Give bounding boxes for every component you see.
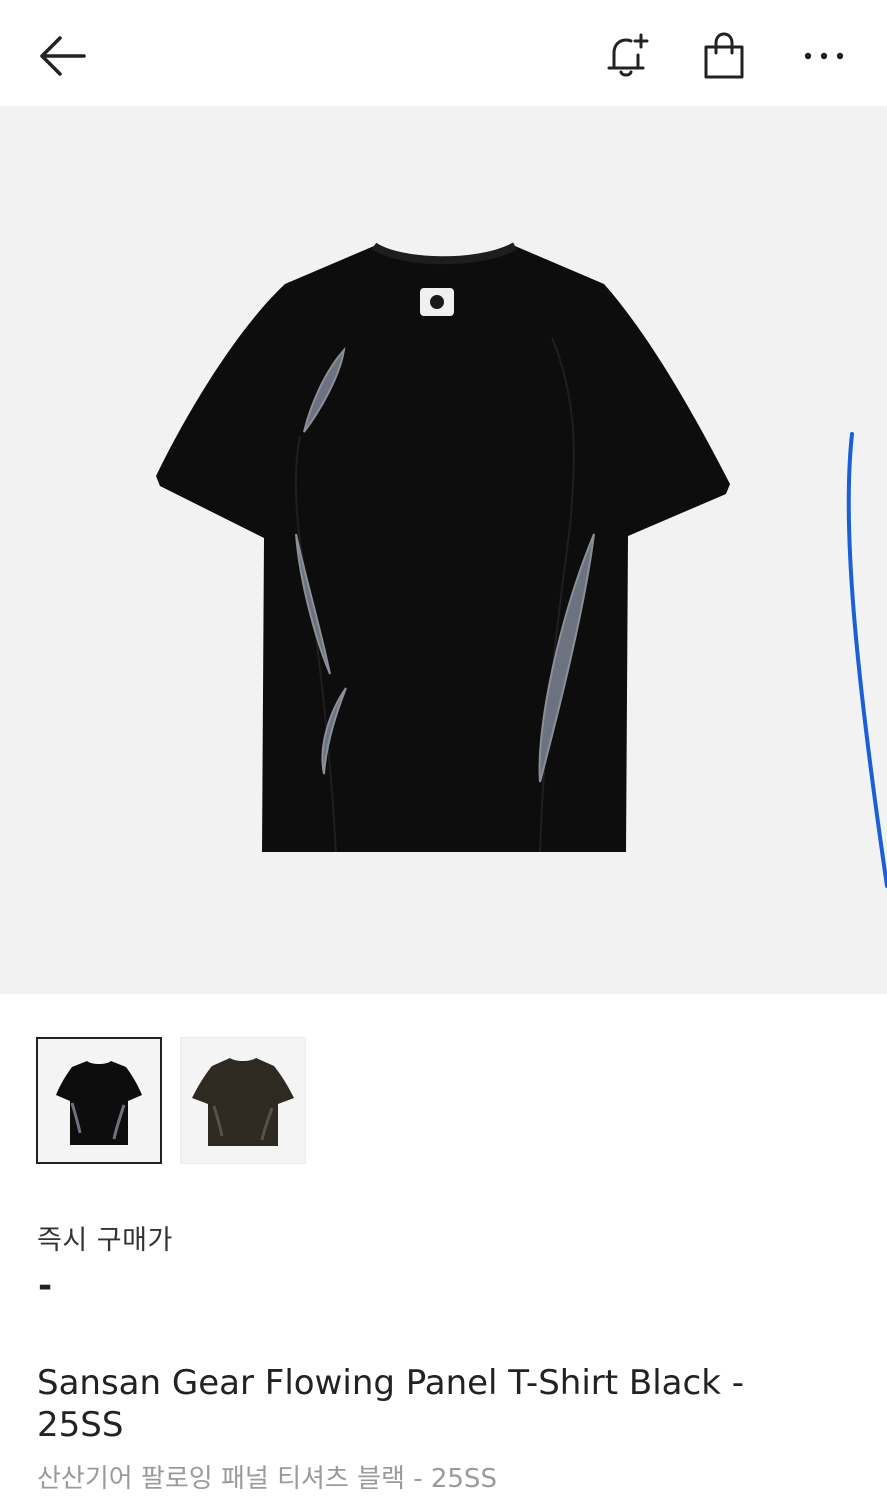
thumbnail-strip bbox=[36, 1037, 306, 1164]
annotation-stroke bbox=[846, 432, 887, 888]
product-image[interactable] bbox=[0, 106, 887, 994]
price-alert-button[interactable] bbox=[596, 26, 656, 86]
top-app-bar bbox=[0, 0, 887, 106]
instant-price-value: - bbox=[38, 1266, 53, 1306]
tshirt-illustration bbox=[156, 242, 887, 888]
thumbnail-black[interactable] bbox=[36, 1037, 162, 1164]
more-horizontal-icon bbox=[804, 52, 844, 60]
back-button[interactable] bbox=[32, 26, 92, 86]
shopping-bag-icon bbox=[704, 32, 744, 79]
cart-button[interactable] bbox=[694, 26, 754, 86]
more-button[interactable] bbox=[794, 26, 854, 86]
tshirt-thumb-black bbox=[56, 1060, 142, 1145]
product-subtitle: 산산기어 팔로잉 패널 티셔츠 블랙 - 25SS bbox=[37, 1464, 497, 1494]
thumbnail-brown[interactable] bbox=[180, 1037, 306, 1164]
product-title: Sansan Gear Flowing Panel T-Shirt Black … bbox=[37, 1363, 744, 1445]
instant-price-label: 즉시 구매가 bbox=[37, 1225, 173, 1256]
arrow-left-icon bbox=[40, 36, 86, 76]
tshirt-thumb-brown bbox=[192, 1057, 294, 1146]
bell-plus-icon bbox=[607, 33, 649, 77]
